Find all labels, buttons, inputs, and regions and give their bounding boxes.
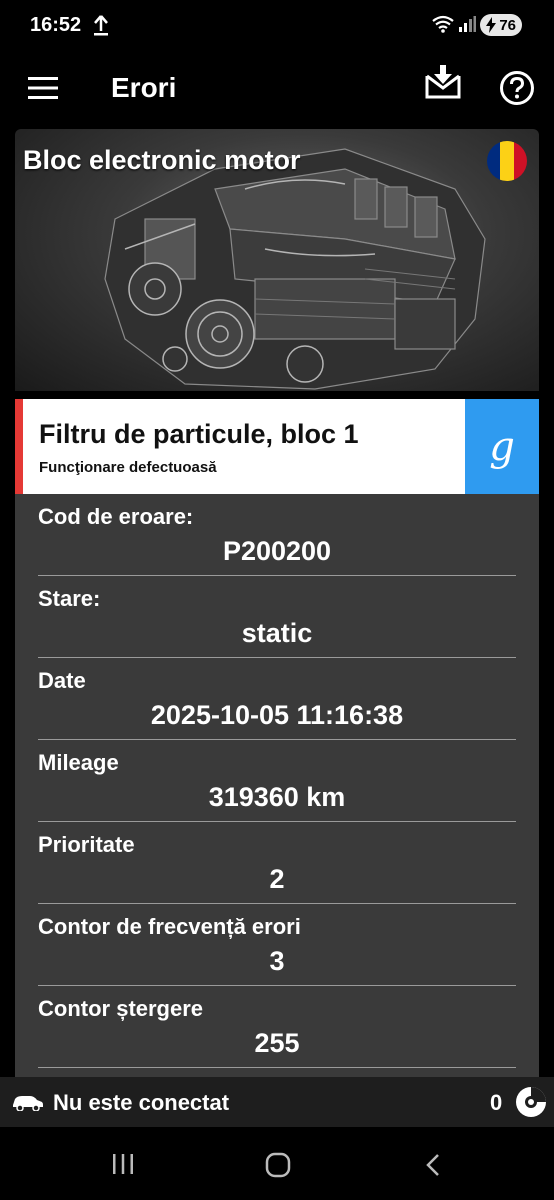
charging-icon <box>486 17 496 33</box>
google-icon: g <box>489 423 515 470</box>
detail-value: 3 <box>269 946 285 976</box>
detail-label: Contor de frecvență erori <box>38 914 301 939</box>
detail-row-status: Stare: static <box>38 576 516 658</box>
connection-icon[interactable] <box>514 1085 548 1119</box>
ecu-card[interactable]: Bloc electronic motor <box>15 129 539 391</box>
wifi-icon <box>432 15 454 33</box>
detail-label: Mileage <box>38 750 119 775</box>
recent-apps-icon[interactable] <box>111 1153 135 1175</box>
detail-row-clear-counter: Contor ștergere 255 <box>38 986 516 1068</box>
detail-value: P200200 <box>222 536 332 566</box>
detail-label: Cod de eroare: <box>38 504 194 529</box>
page-title: Erori <box>111 72 177 103</box>
battery-indicator: 76 <box>480 14 522 36</box>
error-details: Cod de eroare: P200200 Stare: static Dat… <box>15 494 539 1077</box>
connection-bar[interactable]: Nu este conectat 0 <box>0 1077 554 1127</box>
menu-icon[interactable] <box>27 76 59 100</box>
error-title: Filtru de particule, bloc 1 <box>39 419 359 449</box>
detail-label: Prioritate <box>38 832 135 857</box>
connection-count: 0 <box>490 1090 503 1115</box>
status-bar: 16:52 76 <box>0 0 554 52</box>
help-icon[interactable] <box>499 70 535 106</box>
system-nav-bar <box>0 1127 554 1200</box>
detail-value: 319360 km <box>208 782 346 812</box>
connection-status: Nu este conectat <box>53 1090 230 1115</box>
detail-label: Contor ștergere <box>38 996 204 1021</box>
back-icon[interactable] <box>424 1153 442 1177</box>
status-time: 16:52 <box>30 14 82 36</box>
car-icon <box>13 1096 43 1111</box>
upload-icon <box>94 15 108 36</box>
google-search-button[interactable]: g <box>465 399 539 494</box>
error-subtitle: Funcţionare defectuoasă <box>39 459 217 476</box>
detail-label: Date <box>38 668 86 693</box>
detail-row-date: Date 2025-10-05 11:16:38 <box>38 658 516 740</box>
battery-level: 76 <box>499 16 516 34</box>
detail-row-frequency-counter: Contor de frecvență erori 3 <box>38 904 516 986</box>
download-icon[interactable] <box>424 64 462 100</box>
signal-icon <box>459 16 476 32</box>
ecu-title: Bloc electronic motor <box>23 145 301 175</box>
home-icon[interactable] <box>265 1152 291 1178</box>
detail-value: 2025-10-05 11:16:38 <box>150 700 404 730</box>
romania-flag-icon <box>487 141 527 181</box>
app-bar: Erori <box>0 52 554 124</box>
detail-value: static <box>241 618 313 648</box>
detail-row-error-code: Cod de eroare: P200200 <box>38 494 516 576</box>
detail-value: 2 <box>269 864 285 894</box>
detail-row-mileage: Mileage 319360 km <box>38 740 516 822</box>
detail-label: Stare: <box>38 586 101 611</box>
detail-value: 255 <box>254 1028 300 1058</box>
error-header: Filtru de particule, bloc 1 Funcţionare … <box>15 399 539 494</box>
detail-row-priority: Prioritate 2 <box>38 822 516 904</box>
